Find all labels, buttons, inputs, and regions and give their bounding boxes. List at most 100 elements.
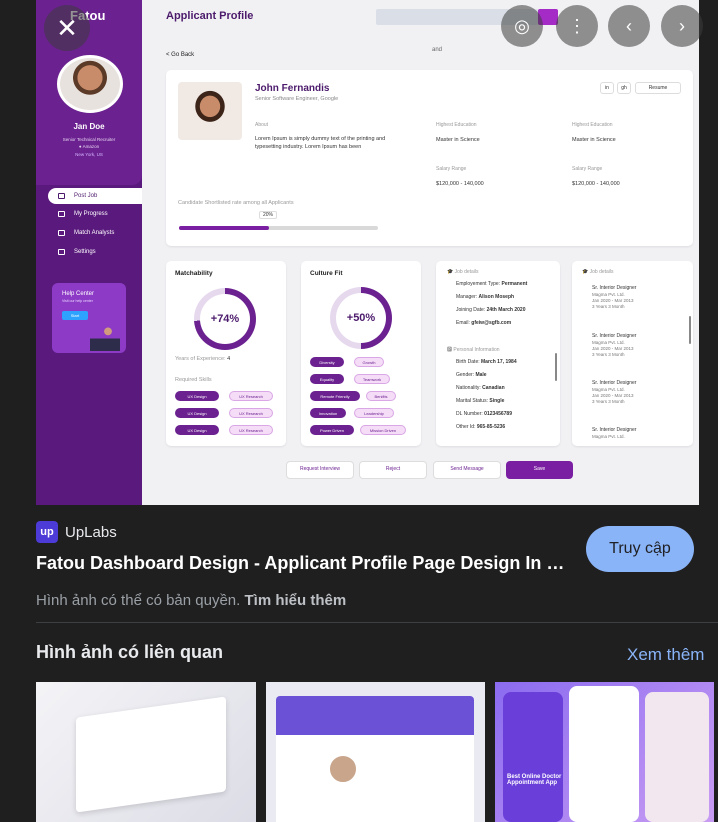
job-detail-row: Manager: Alison Moseph (456, 294, 515, 300)
scrollbar[interactable] (689, 316, 691, 344)
job-detail-row: Email: gfeiw@sgfb.com (456, 320, 512, 326)
history-meta: Magma Pvt. Ltd. Jan 2020 - Mar 2013 3 Year… (592, 340, 634, 358)
culture-tag: Equality (310, 374, 344, 384)
personal-row: Gender: Male (456, 372, 487, 378)
personal-row: Other Id: 965-85-5236 (456, 424, 506, 430)
sidebar-item-label: Post Job (74, 193, 98, 199)
field-label: Salary Range (436, 166, 467, 172)
github-icon[interactable]: gh (617, 82, 631, 94)
stray-text: and (432, 47, 443, 53)
lens-icon[interactable]: ◎ (501, 5, 543, 47)
send-message-button[interactable]: Send Message (433, 461, 501, 479)
history-meta: Magma Pvt. Ltd. Jan 2020 - Mar 2013 3 Year… (592, 292, 634, 310)
culture-value: +50% (336, 293, 386, 343)
candidate-photo (178, 82, 242, 140)
sidebar-item-label: Settings (74, 249, 96, 255)
personal-row: DL Number: 0123456789 (456, 411, 512, 417)
more-options-icon[interactable]: ⋮ (556, 5, 598, 47)
field-value: $120,000 - 140,000 (572, 181, 620, 187)
chevron-left-icon[interactable]: ‹ (608, 5, 650, 47)
job-details-card: 🎓 Job details Employement Type: Permanen… (436, 261, 560, 446)
history-role: Sr. Interior Designer (592, 285, 637, 291)
related-heading: Hình ảnh có liên quan (36, 642, 224, 662)
matchability-card: Matchability +74% Years of Experience: 4… (166, 261, 286, 446)
personal-row: Nationality: Canadian (456, 385, 505, 391)
scrollbar[interactable] (555, 353, 557, 381)
close-icon[interactable]: ✕ (44, 5, 90, 51)
resume-button[interactable]: Resume (635, 82, 681, 94)
skill-tag: UX Design (175, 425, 219, 435)
visit-button[interactable]: Truy cập (586, 526, 694, 572)
save-button[interactable]: Save (506, 461, 573, 479)
matchability-title: Matchability (175, 270, 213, 277)
history-role: Sr. Interior Designer (592, 333, 637, 339)
sidebar-item-match-analysts[interactable]: Match Analysts (48, 225, 142, 241)
related-thumb[interactable]: Best Online Doctor Appointment App (495, 682, 714, 822)
help-title: Help Center (62, 291, 95, 297)
culture-tag: Remote Friendly (310, 391, 360, 401)
sidebar-item-label: Match Analysts (74, 230, 115, 236)
candidate-title: Senior Software Engineer, Google (255, 96, 339, 102)
job-detail-row: Joining Date: 24th March 2020 (456, 307, 526, 313)
sidebar: Fatou Jan Doe Senior Technical Recruiter… (36, 0, 142, 505)
matchability-ring: +74% (194, 288, 256, 350)
culture-ring: +50% (330, 287, 392, 349)
preview-image[interactable]: Fatou Jan Doe Senior Technical Recruiter… (36, 0, 699, 505)
help-start-button[interactable]: Start (62, 311, 88, 320)
culture-tag: Power Driven (310, 425, 354, 435)
skill-tag: UX Research (229, 408, 273, 418)
history-meta: Magma Pvt. Ltd. (592, 434, 625, 439)
sidebar-item-my-progress[interactable]: My Progress (48, 206, 142, 222)
culture-title: Culture Fit (310, 270, 343, 277)
progress-icon (58, 211, 65, 217)
user-name: Jan Doe (73, 122, 105, 131)
history-role: Sr. Interior Designer (592, 427, 637, 433)
skill-tag: UX Design (175, 391, 219, 401)
related-thumb[interactable] (266, 682, 485, 822)
user-role: Senior Technical Recruiter (62, 137, 116, 142)
job-detail-row: Employement Type: Permanent (456, 281, 528, 287)
candidate-name: John Fernandis (255, 83, 330, 94)
sidebar-item-post-job[interactable]: Post Job (48, 188, 142, 204)
shortlist-value: 20% (259, 211, 278, 219)
source-logo[interactable]: up (36, 521, 58, 543)
history-role: Sr. Interior Designer (592, 380, 637, 386)
copyright-notice: Hình ảnh có thể có bản quyền. Tìm hiểu t… (36, 592, 347, 609)
shortlist-bar (179, 226, 378, 230)
about-text: Lorem Ipsum is simply dummy text of the … (255, 136, 386, 150)
linkedin-icon[interactable]: in (600, 82, 614, 94)
job-details-title: 🎓 Job details (447, 269, 479, 275)
settings-icon (58, 249, 65, 255)
help-illustration (90, 323, 120, 351)
thumb-caption: Best Online Doctor Appointment App (507, 774, 562, 786)
culture-tag: Innovation (310, 408, 346, 418)
reject-button[interactable]: Reject (359, 461, 427, 479)
skill-tag: UX Design (175, 408, 219, 418)
help-center-card: Help Center Visit our help center Start (52, 283, 126, 353)
avatar (57, 55, 123, 113)
culture-tag: Leadership (354, 408, 394, 418)
personal-info-title: 🅿 Personal Information (447, 347, 500, 353)
personal-row: Marital Status: Single (456, 398, 505, 404)
chevron-right-icon[interactable]: › (661, 5, 703, 47)
field-value: Master in Science (572, 137, 616, 143)
history-meta: Magma Pvt. Ltd. Jan 2020 - Mar 2013 3 Year… (592, 387, 634, 405)
user-location: New York, US (75, 152, 103, 157)
personal-row: Birth Date: March 17, 1984 (456, 359, 517, 365)
divider (36, 622, 718, 623)
culture-tag: Diversity (310, 357, 344, 367)
see-more-link[interactable]: Xem thêm (627, 645, 704, 665)
image-title[interactable]: Fatou Dashboard Design - Applicant Profi… (36, 553, 570, 574)
request-interview-button[interactable]: Request Interview (286, 461, 354, 479)
sidebar-item-settings[interactable]: Settings (48, 244, 142, 260)
sidebar-item-label: My Progress (74, 211, 108, 217)
skills-label: Required Skills (175, 377, 212, 383)
learn-more-link[interactable]: Tìm hiểu thêm (245, 592, 347, 609)
related-thumb[interactable] (36, 682, 256, 822)
culture-tag: Teamwork (354, 374, 390, 384)
source-name[interactable]: UpLabs (65, 524, 117, 541)
about-label: About (255, 122, 269, 128)
back-link[interactable]: < Go Back (166, 52, 194, 58)
page-title: Applicant Profile (166, 10, 254, 22)
analysts-icon (58, 230, 65, 236)
